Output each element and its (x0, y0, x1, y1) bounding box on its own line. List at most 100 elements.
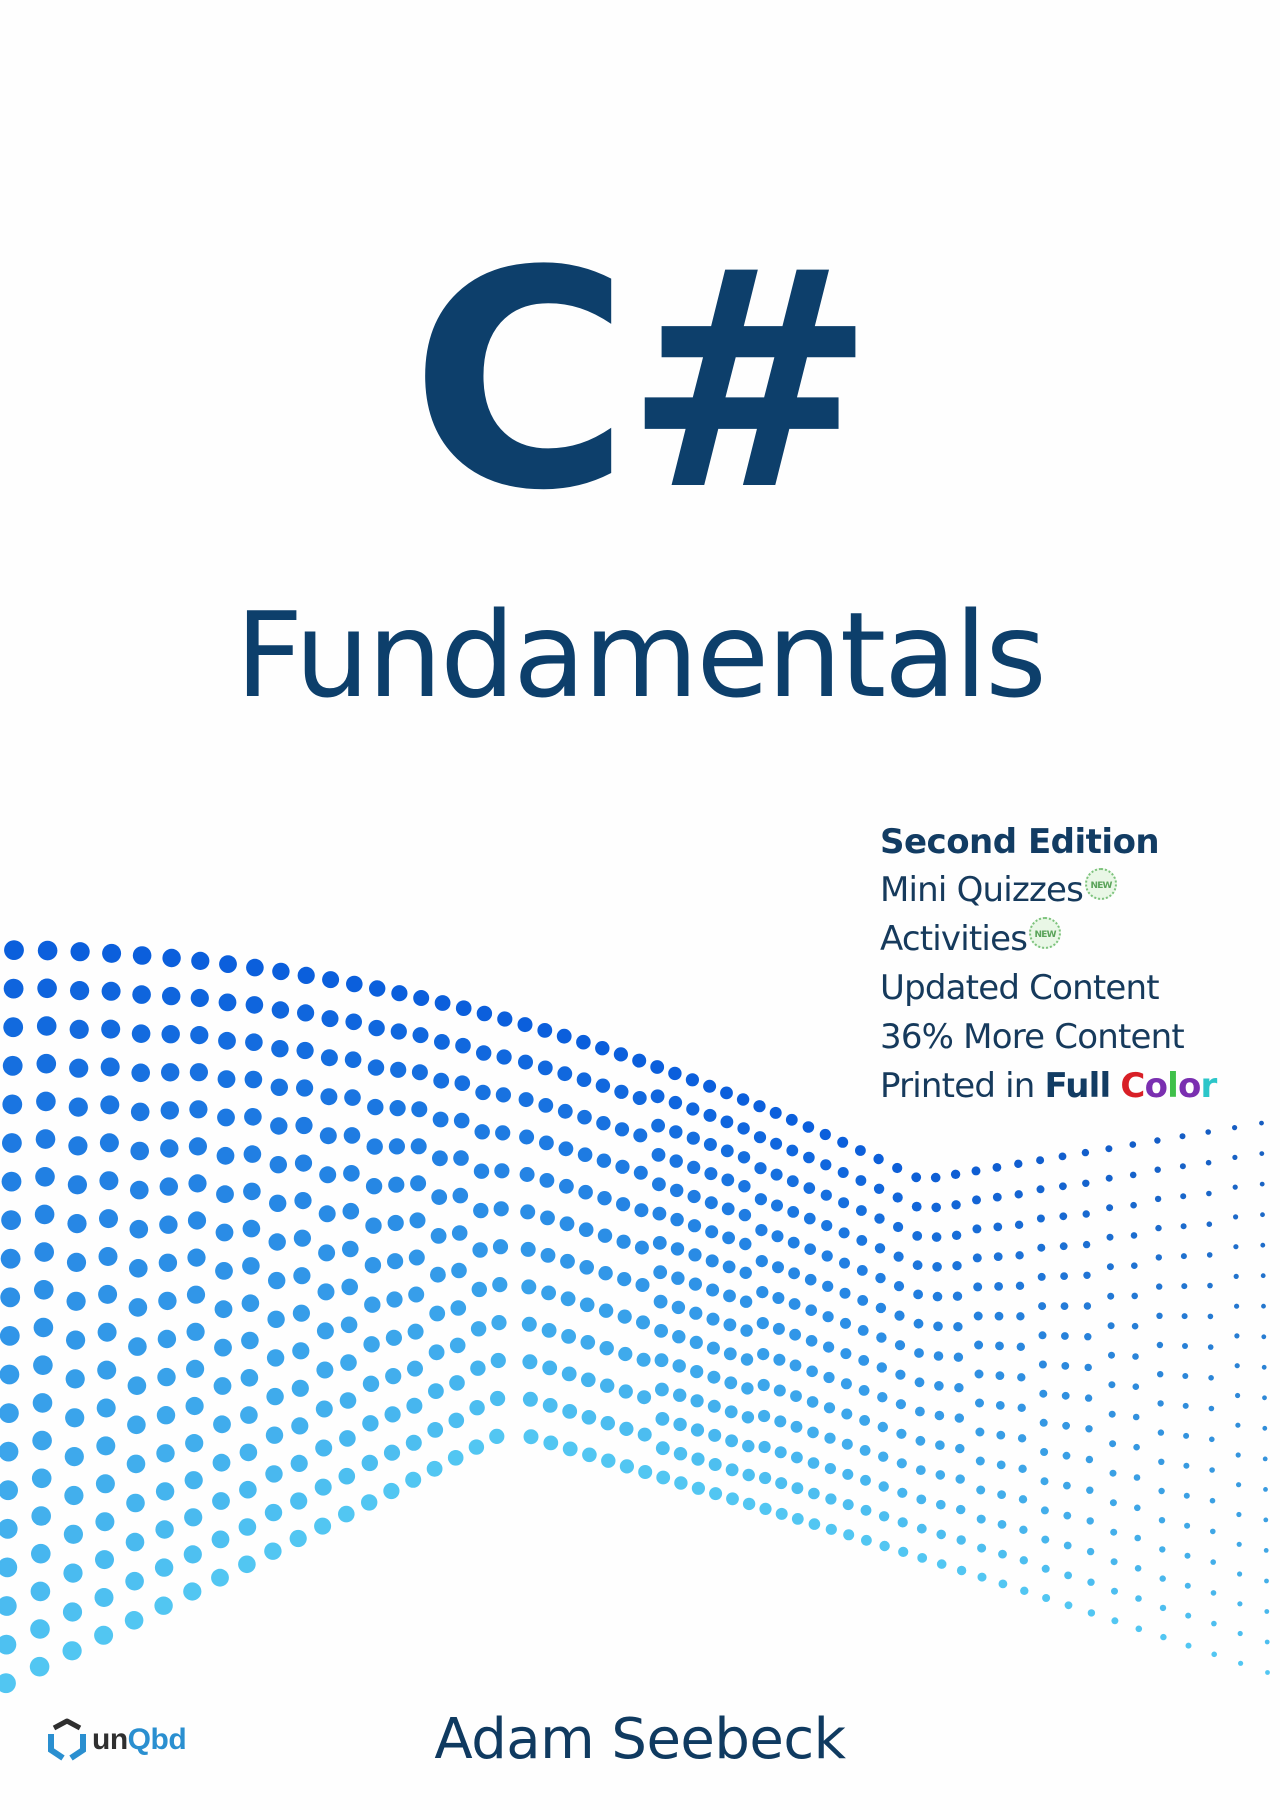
pattern-dot (1263, 1517, 1269, 1523)
pattern-dot (673, 1388, 687, 1402)
pattern-dot (860, 1504, 872, 1516)
pattern-dot (475, 1084, 491, 1101)
pattern-dot (931, 1232, 942, 1242)
pattern-dot (1041, 1535, 1050, 1544)
pattern-dot (270, 1078, 288, 1097)
pattern-dot (1261, 1364, 1267, 1370)
pattern-dot (385, 1329, 402, 1346)
pattern-dot (756, 1286, 769, 1299)
pattern-dot (874, 1213, 885, 1224)
color-letter: C (1120, 1066, 1145, 1106)
pattern-dot (521, 1316, 537, 1332)
pattern-dot (559, 1216, 575, 1232)
pattern-dot (517, 1017, 533, 1033)
pattern-dot (560, 1291, 576, 1307)
pattern-dot (619, 1459, 635, 1474)
pattern-dot (1260, 1273, 1266, 1279)
pattern-dot (738, 1180, 751, 1193)
pattern-dot (429, 1305, 446, 1322)
pattern-dot (1232, 1154, 1238, 1160)
pattern-dot (455, 1000, 472, 1016)
pattern-dot (384, 1406, 401, 1423)
pattern-dot (691, 1452, 705, 1466)
pattern-dot (410, 1138, 427, 1155)
pattern-dot (930, 1172, 941, 1183)
pattern-dot (707, 1399, 721, 1413)
pattern-dot (1264, 1609, 1270, 1614)
pattern-dot (1109, 1469, 1117, 1477)
pattern-dot (433, 1072, 450, 1089)
pattern-dot (1105, 1174, 1113, 1182)
pattern-dot (1209, 1436, 1215, 1443)
pattern-dot (1108, 1381, 1116, 1389)
pattern-dot (2, 1055, 23, 1076)
feature-item: 36% More Content (880, 1013, 1217, 1062)
pattern-dot (650, 1060, 665, 1074)
printed-full: Full (1044, 1066, 1112, 1106)
pattern-dot (1129, 1141, 1137, 1148)
pattern-dot (95, 1474, 115, 1494)
pattern-dot (670, 1212, 684, 1227)
pattern-dot (98, 1284, 118, 1304)
pattern-dot (875, 1302, 887, 1314)
pattern-dot (154, 1596, 173, 1615)
pattern-dot (1260, 1212, 1265, 1218)
pattern-dot (266, 1349, 285, 1367)
pattern-dot (1083, 1302, 1092, 1310)
pattern-dot (32, 1393, 53, 1413)
pattern-dot (855, 1175, 867, 1186)
pattern-dot (69, 1058, 89, 1078)
pattern-dot (238, 1555, 256, 1574)
pattern-dot (1262, 1425, 1268, 1431)
pattern-dot (186, 1285, 206, 1304)
pattern-dot (37, 940, 58, 961)
pattern-dot (635, 1278, 650, 1292)
pattern-dot (931, 1202, 941, 1213)
pattern-dot (343, 1165, 360, 1182)
feature-item: Updated Content (880, 964, 1217, 1013)
pattern-dot (95, 1512, 115, 1532)
pattern-dot (1036, 1214, 1045, 1223)
pattern-dot (162, 986, 181, 1006)
pattern-dot (1134, 1534, 1141, 1542)
pattern-dot (1179, 1163, 1186, 1170)
pattern-dot (972, 1195, 981, 1205)
pattern-dot (95, 1550, 114, 1570)
pattern-dot (449, 1337, 466, 1354)
pattern-dot (314, 1517, 332, 1535)
pattern-dot (430, 1266, 446, 1283)
pattern-dot (856, 1235, 868, 1246)
pattern-dot (755, 1224, 768, 1237)
pattern-dot (578, 1222, 594, 1237)
pattern-dot (185, 1396, 204, 1416)
pattern-dot (708, 1458, 722, 1471)
pattern-dot (859, 1445, 871, 1456)
pattern-dot (739, 1266, 752, 1280)
pattern-dot (343, 1127, 361, 1144)
pattern-dot (790, 1390, 802, 1402)
pattern-dot (687, 1189, 701, 1204)
pattern-dot (824, 1463, 837, 1475)
pattern-dot (855, 1145, 866, 1156)
pattern-dot (162, 948, 181, 968)
pattern-dot (998, 1549, 1007, 1559)
pattern-dot (30, 1581, 51, 1602)
edition-label: Second Edition (880, 822, 1160, 862)
pattern-dot (340, 1316, 358, 1334)
pattern-dot (96, 1436, 116, 1456)
pattern-dot (339, 1430, 356, 1447)
pattern-dot (913, 1289, 923, 1300)
pattern-dot (289, 1529, 307, 1548)
pattern-dot (654, 1353, 669, 1368)
pattern-dot (518, 1054, 533, 1070)
pattern-dot (35, 1129, 56, 1149)
pattern-dot (0, 1634, 17, 1655)
pattern-dot (67, 1214, 87, 1234)
pattern-dot (1132, 1353, 1139, 1360)
pattern-dot (840, 1348, 852, 1360)
pattern-dot (721, 1202, 735, 1216)
pattern-dot (974, 1340, 984, 1350)
pattern-dot (1061, 1391, 1070, 1400)
pattern-dot (1015, 1251, 1024, 1260)
pattern-dot (759, 1471, 772, 1485)
